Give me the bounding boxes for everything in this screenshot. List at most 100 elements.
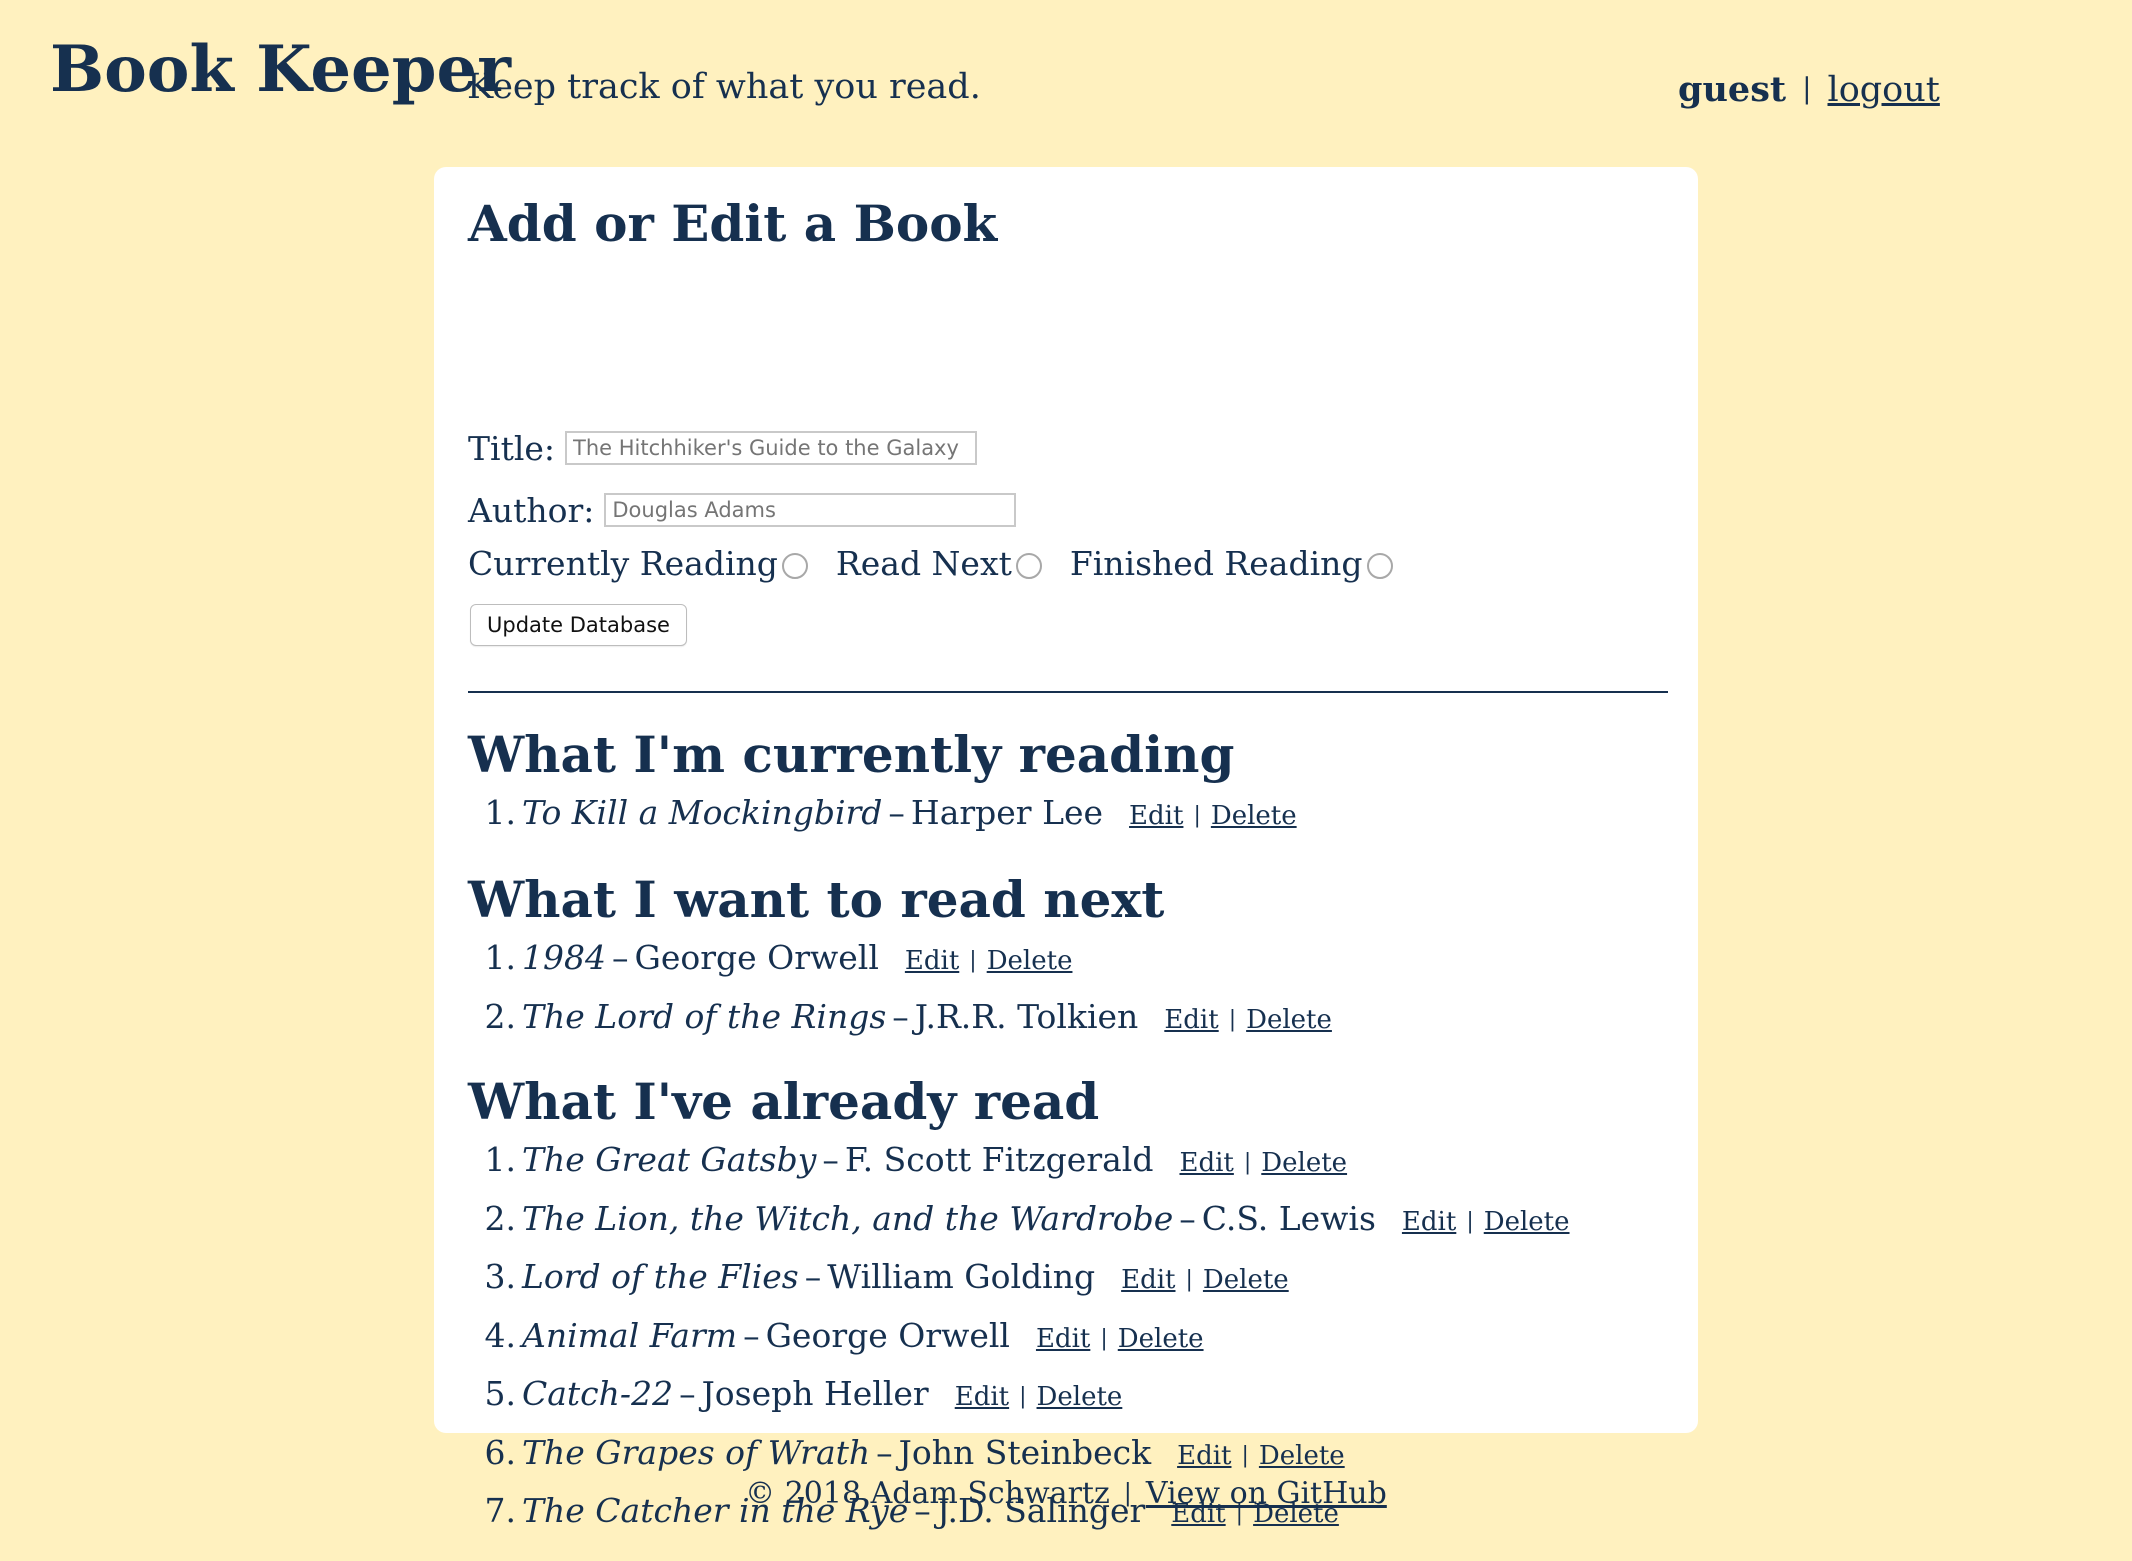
edit-link[interactable]: Edit [1121,1265,1175,1295]
delete-link[interactable]: Delete [1118,1324,1204,1354]
author-input[interactable] [604,493,1017,527]
book-author: F. Scott Fitzgerald [844,1140,1154,1179]
book-dash: – [743,1315,760,1355]
edit-link[interactable]: Edit [1036,1324,1090,1354]
book-list-item: 1. To Kill a Mockingbird – Harper Lee Edit | D… [468,796,1297,855]
action-separator: | [1185,1267,1193,1292]
book-title: Animal Farm [522,1315,738,1355]
book-dash: – [1179,1198,1196,1238]
title-input[interactable] [565,431,978,465]
radio-finished-reading[interactable]: Finished Reading [1070,547,1393,580]
book-list-item: 4. Animal Farm – George Orwell Edit | Delete [468,1319,1570,1378]
book-title: 1984 [522,938,606,977]
book-title: The Grapes of Wrath [522,1432,871,1472]
radio-read-next[interactable]: Read Next [836,547,1042,580]
book-actions: Edit | Delete [1129,803,1297,829]
action-separator: | [1019,1384,1027,1409]
already-read-heading: What I've already read [468,1072,1100,1131]
delete-link[interactable]: Delete [1246,1005,1332,1035]
radio-next-button[interactable] [1015,552,1042,579]
book-actions: Edit | Delete [1177,1443,1345,1469]
edit-link[interactable]: Edit [1179,1148,1233,1178]
book-list-item: 1. 1984– George Orwell Edit | Delete [468,941,1332,1000]
edit-link[interactable]: Edit [905,946,959,976]
book-list-item: 2. The Lord of the Rings – J.R.R. Tolkien Ed… [468,1000,1332,1059]
title-field-row: Title: [468,428,978,468]
delete-link[interactable]: Delete [1203,1265,1289,1295]
book-actions: Edit | Delete [1179,1150,1347,1176]
header: Book Keeper Keep track of what you read.… [0,0,2132,150]
book-dash: – [611,938,629,977]
delete-link[interactable]: Delete [1484,1207,1570,1237]
action-separator: | [969,948,977,973]
username: guest [1678,69,1787,110]
radio-label-next: Read Next [835,544,1012,583]
book-title: Lord of the Flies [522,1257,799,1296]
delete-link[interactable]: Delete [1259,1441,1345,1471]
book-title: Catch-22 [522,1374,674,1413]
logout-link[interactable]: logout [1828,70,1940,110]
edit-link[interactable]: Edit [955,1382,1009,1412]
author-label: Author: [468,490,595,530]
delete-link[interactable]: Delete [987,946,1073,976]
book-dash: – [892,996,909,1036]
book-dash: – [888,793,905,832]
book-number: 2. [484,1198,517,1238]
action-separator: | [1243,1150,1252,1175]
read-next-list: 1. 1984– George Orwell Edit | Delete 2. The Lor… [468,941,1332,1058]
radio-label-finished: Finished Reading [1069,544,1363,583]
book-number: 1. [484,938,517,977]
currently-reading-heading: What I'm currently reading [468,725,1235,784]
edit-link[interactable]: Edit [1177,1441,1231,1471]
book-number: 2. [484,996,517,1036]
edit-link[interactable]: Edit [1402,1207,1456,1237]
book-number: 1. [484,1140,517,1179]
user-bar: guest | logout [1678,72,1940,108]
edit-link[interactable]: Edit [1129,801,1183,831]
book-actions: Edit | Delete [1121,1267,1289,1293]
book-title: The Lord of the Rings [522,996,887,1036]
book-title: The Lion, the Witch, and the Wardrobe [522,1198,1174,1238]
book-number: 4. [484,1315,517,1355]
book-actions: Edit | Delete [905,948,1073,974]
delete-link[interactable]: Delete [1037,1382,1123,1412]
book-list-item: 1. The Great Gatsby – F. Scott Fitzgerald Ed… [468,1143,1570,1202]
book-actions: Edit | Delete [1402,1209,1570,1235]
radio-currently-reading[interactable]: Currently Reading [468,547,808,580]
footer: © 2018 Adam Schwartz | View on GitHub [0,1479,2132,1509]
book-actions: Edit | Delete [955,1384,1123,1410]
book-author: George Orwell [634,938,879,977]
radio-currently-button[interactable] [781,552,808,579]
status-radio-row: Currently Reading Read Next Finished Rea… [468,547,1421,580]
form-heading: Add or Edit a Book [468,194,998,253]
book-number: 3. [484,1257,517,1296]
book-number: 1. [484,793,517,832]
action-separator: | [1241,1442,1249,1468]
main-card: Add or Edit a Book Title: Author: Curren… [434,167,1698,1527]
book-list-item: 3. Lord of the Flies – William Golding Edit |… [468,1260,1570,1319]
book-title: To Kill a Mockingbird [522,793,883,832]
delete-link[interactable]: Delete [1261,1148,1347,1178]
author-field-row: Author: [468,490,1017,530]
action-separator: | [1466,1208,1474,1234]
book-author: J.R.R. Tolkien [914,996,1139,1036]
action-separator: | [1100,1325,1108,1351]
divider [468,691,1668,693]
edit-link[interactable]: Edit [1164,1005,1218,1035]
action-separator: | [1228,1006,1237,1032]
radio-finished-button[interactable] [1366,552,1393,579]
title-label: Title: [468,428,556,468]
book-list-item: 2. The Lion, the Witch, and the Wardrobe –… [468,1202,1570,1261]
book-author: John Steinbeck [898,1432,1152,1472]
radio-label-currently: Currently Reading [468,544,778,583]
tagline: Keep track of what you read. [467,67,981,107]
github-link[interactable]: View on GitHub [1146,1476,1387,1511]
book-author: George Orwell [765,1315,1010,1355]
currently-reading-list: 1. To Kill a Mockingbird – Harper Lee Edit | D… [468,796,1297,855]
book-author: Joseph Heller [701,1374,929,1413]
update-database-button[interactable]: Update Database [470,604,687,646]
separator: | [1802,72,1812,105]
book-author: C.S. Lewis [1201,1198,1376,1238]
delete-link[interactable]: Delete [1211,801,1297,831]
book-dash: – [679,1374,696,1413]
